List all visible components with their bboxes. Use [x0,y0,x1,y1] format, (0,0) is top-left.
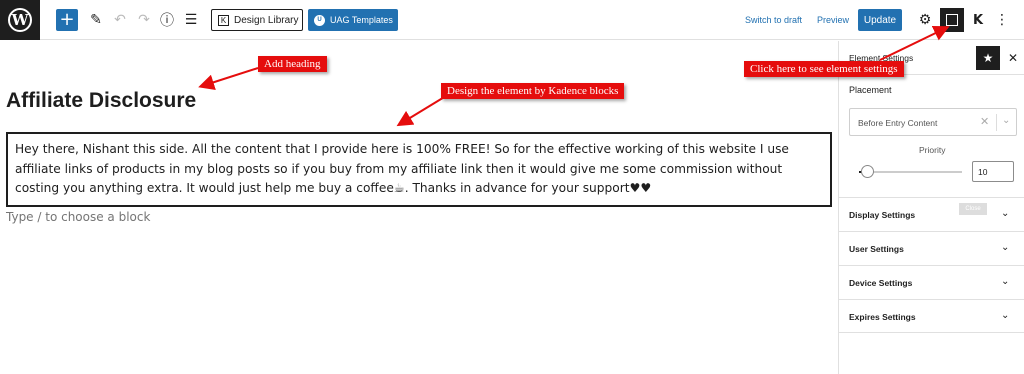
close-icon[interactable]: ✕ [1006,49,1020,67]
section-label: Display Settings [849,210,916,220]
post-title[interactable]: Affiliate Disclosure [6,89,196,113]
annotation-click-here: Click here to see element settings [744,61,904,77]
uag-templates-label: UAG Templates [330,15,393,25]
section-label: Expires Settings [849,312,916,322]
section-display-settings[interactable]: Display Settings ⌄ [839,197,1024,231]
editor-canvas: Affiliate Disclosure Hey there, Nishant … [0,41,838,374]
section-device-settings[interactable]: Device Settings ⌄ [839,265,1024,299]
uag-templates-button[interactable]: U UAG Templates [308,9,398,31]
close-tooltip: Close [959,203,987,215]
undo-icon: ↶ [114,12,126,28]
placement-label: Placement [849,85,892,95]
clear-icon[interactable]: ✕ [980,115,989,128]
element-settings-toggle[interactable] [940,8,964,32]
chevron-down-icon[interactable]: ⌄ [1002,115,1010,126]
star-icon[interactable]: ★ [976,46,1000,70]
chevron-down-icon: ⌄ [1001,276,1010,287]
priority-label: Priority [919,145,946,155]
chevron-down-icon: ⌄ [1001,242,1010,253]
details-button[interactable]: ⓘ [157,10,177,30]
kadence-k-icon: K [218,14,229,26]
kadence-blocks-icon[interactable]: K [968,10,988,30]
editor-top-toolbar: W + ✎ ↶ ↷ ⓘ ☰ K Design Library U UAG Tem… [0,0,1024,40]
uag-logo-icon: U [314,14,325,26]
annotation-design-element: Design the element by Kadence blocks [441,83,625,99]
priority-slider-thumb[interactable] [861,165,875,178]
select-divider [996,114,997,131]
paragraph-block[interactable]: Hey there, Nishant this side. All the co… [6,132,832,207]
gear-icon[interactable]: ⚙ [916,10,934,30]
update-button[interactable]: Update [858,9,902,31]
settings-panel-icon [946,14,958,26]
wordpress-logo-icon: W [8,8,32,32]
plus-icon: + [59,9,75,30]
chevron-down-icon: ⌄ [1001,208,1010,219]
chevron-down-icon: ⌄ [1001,310,1010,321]
section-label: Device Settings [849,278,913,288]
pencil-icon: ✎ [90,12,102,28]
edit-tool-button[interactable]: ✎ [86,10,106,30]
design-library-label: Design Library [234,14,299,26]
add-block-button[interactable]: + [56,9,78,31]
placement-select[interactable]: Before Entry Content ✕ ⌄ [849,108,1017,136]
block-editor-screen: W + ✎ ↶ ↷ ⓘ ☰ K Design Library U UAG Tem… [0,0,1024,374]
list-view-button[interactable]: ☰ [181,10,201,30]
section-expires-settings[interactable]: Expires Settings ⌄ [839,299,1024,333]
design-library-button[interactable]: K Design Library [211,9,303,31]
switch-to-draft-link[interactable]: Switch to draft [745,15,802,25]
section-user-settings[interactable]: User Settings ⌄ [839,231,1024,265]
priority-input[interactable]: 10 [972,161,1014,182]
preview-link[interactable]: Preview [817,15,849,25]
element-settings-sidebar: Element Settings ★ ✕ Placement Before En… [838,41,1024,374]
section-label: User Settings [849,244,904,254]
priority-slider[interactable] [859,171,962,173]
block-placeholder[interactable]: Type / to choose a block [6,210,150,224]
info-icon: ⓘ [160,13,174,29]
wordpress-logo-button[interactable]: W [0,0,40,40]
redo-button[interactable]: ↷ [134,10,154,30]
undo-button[interactable]: ↶ [110,10,130,30]
more-options-icon[interactable]: ⋮ [994,10,1010,30]
annotation-add-heading: Add heading [258,56,327,72]
redo-icon: ↷ [138,12,150,28]
placement-value: Before Entry Content [858,118,938,128]
list-view-icon: ☰ [184,12,198,28]
